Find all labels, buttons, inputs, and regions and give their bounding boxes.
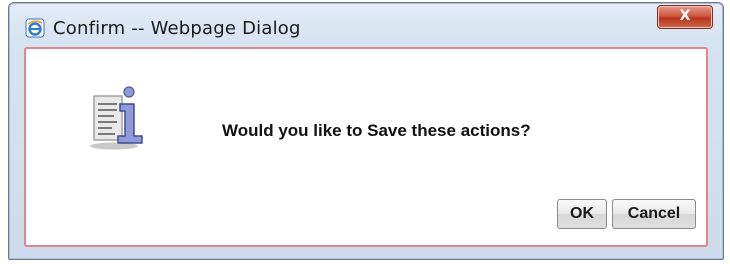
info-document-icon [84,82,156,154]
dialog-message: Would you like to Save these actions? [222,121,531,140]
ok-button[interactable]: OK [557,199,607,229]
close-button[interactable]: X [657,5,713,29]
window-title: Confirm -- Webpage Dialog [53,18,301,39]
dialog-content: Would you like to Save these actions? OK… [24,47,708,247]
ie-icon [25,18,45,38]
dialog-window: Confirm -- Webpage Dialog X Would you li… [8,2,724,260]
cancel-button[interactable]: Cancel [612,199,696,229]
title-bar[interactable]: Confirm -- Webpage Dialog X [9,3,723,45]
